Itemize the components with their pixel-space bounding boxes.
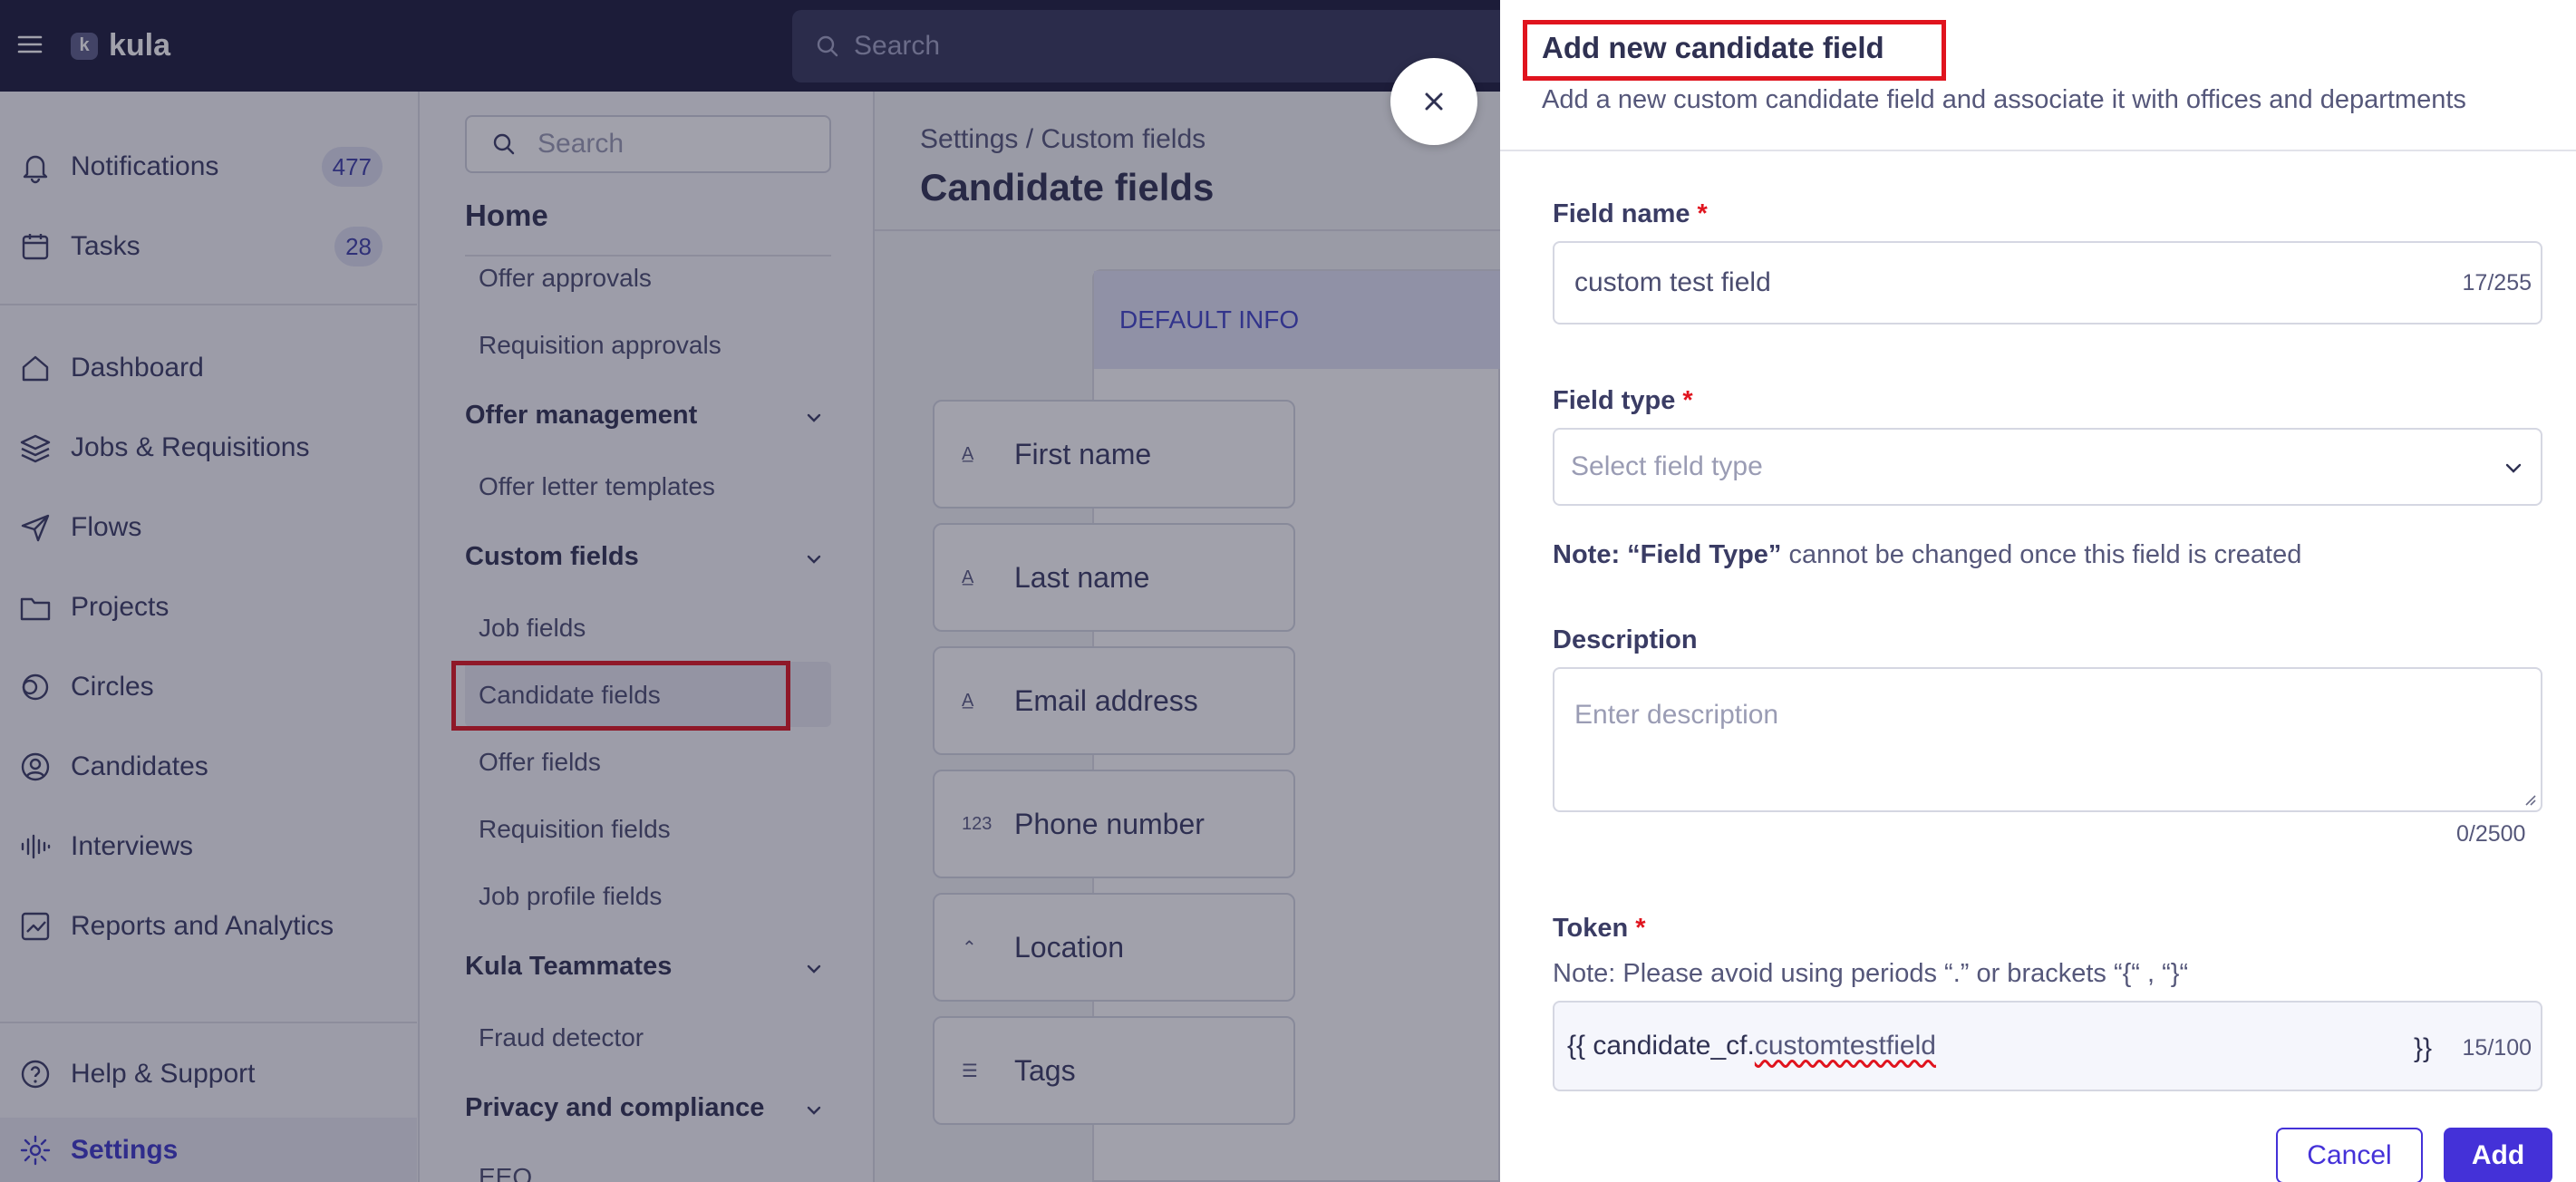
close-drawer-button[interactable] [1390, 58, 1477, 145]
token-prefix: {{ candidate_cf. [1567, 1031, 1755, 1061]
token-note: Note: Please avoid using periods “.” or … [1553, 959, 2189, 988]
resize-handle-icon[interactable] [2523, 792, 2537, 807]
token-label: Token * [1553, 914, 1646, 944]
note-text: cannot be changed once this field is cre… [1781, 540, 2302, 569]
required-marker: * [1697, 199, 1708, 228]
field-type-label: Field type * [1553, 386, 1693, 416]
add-button[interactable]: Add [2444, 1128, 2552, 1182]
highlight-box [1523, 20, 1946, 81]
field-type-note: Note: “Field Type” cannot be changed onc… [1553, 540, 2301, 570]
field-name-label: Field name * [1553, 199, 1708, 229]
field-type-select[interactable]: Select field type [1553, 428, 2542, 506]
token-suffix: }} [2413, 1033, 2432, 1063]
token-input[interactable]: {{ candidate_cf. customtestfield }} 15/10… [1553, 1001, 2542, 1091]
divider [1500, 150, 2576, 151]
token-counter: 15/100 [2462, 1035, 2532, 1061]
description-counter: 0/2500 [2456, 821, 2526, 847]
required-marker: * [1682, 386, 1693, 415]
description-placeholder: Enter description [1574, 700, 1779, 730]
field-name-input[interactable]: custom test field 17/255 [1553, 241, 2542, 325]
chevron-down-icon [2503, 457, 2524, 479]
drawer-subtitle: Add a new custom candidate field and ass… [1542, 85, 2466, 114]
field-type-placeholder: Select field type [1571, 451, 1763, 481]
description-textarea[interactable]: Enter description [1553, 667, 2542, 812]
close-icon [1420, 88, 1448, 115]
note-bold: Note: “Field Type” [1553, 540, 1782, 569]
cancel-button[interactable]: Cancel [2276, 1128, 2423, 1182]
token-label-text: Token [1553, 914, 1629, 943]
field-name-value: custom test field [1574, 267, 1771, 297]
required-marker: * [1635, 914, 1646, 943]
modal-backdrop[interactable] [0, 0, 1500, 1182]
token-value: customtestfield [1754, 1031, 1936, 1061]
field-name-label-text: Field name [1553, 199, 1690, 228]
field-type-label-text: Field type [1553, 386, 1676, 415]
field-name-counter: 17/255 [2462, 270, 2532, 296]
add-field-drawer: Add new candidate field Add a new custom… [1500, 0, 2576, 1182]
description-label: Description [1553, 625, 1698, 654]
